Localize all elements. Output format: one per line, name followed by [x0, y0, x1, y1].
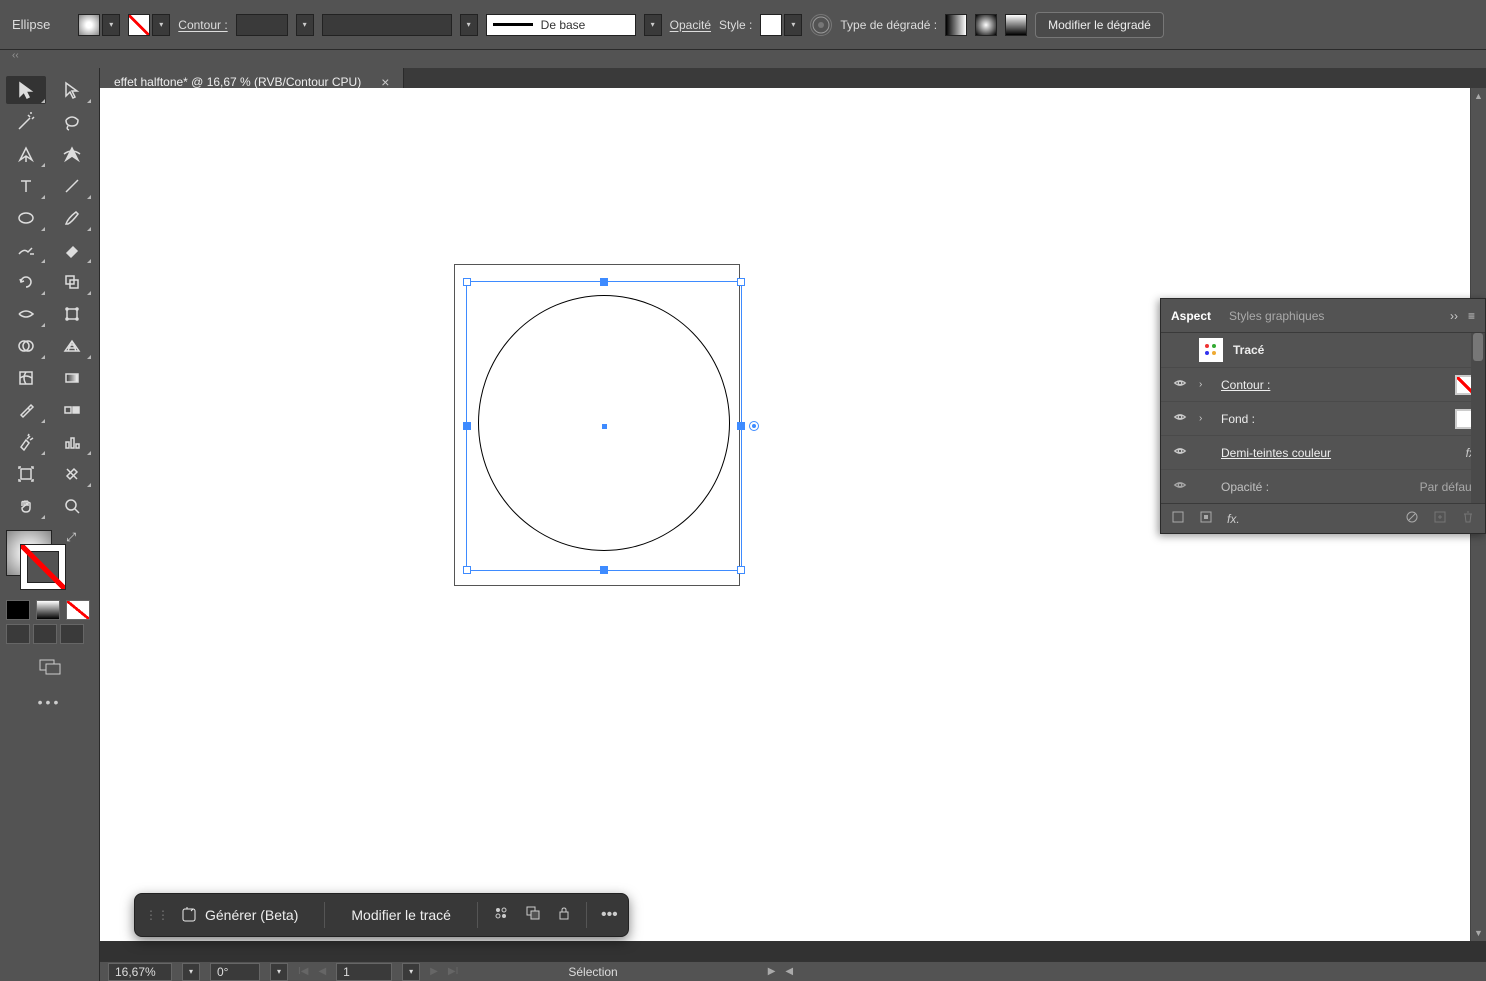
resize-handle-bm[interactable]	[600, 566, 608, 574]
clear-appearance-icon[interactable]	[1405, 510, 1419, 527]
expand-icon[interactable]: ›	[1199, 379, 1211, 390]
expand-icon[interactable]: ›	[1199, 413, 1211, 424]
new-stroke-icon[interactable]	[1199, 510, 1213, 527]
gradient-linear-swatch[interactable]	[945, 14, 967, 36]
generate-beta-button[interactable]: Générer (Beta)	[169, 900, 310, 930]
pie-angle-handle[interactable]	[749, 421, 759, 431]
variable-width-profile[interactable]	[322, 14, 452, 36]
duplicate-item-icon[interactable]	[1433, 510, 1447, 527]
opacity-row-label: Opacité :	[1221, 480, 1410, 494]
top-control-bar: Ellipse ▾ ▾ Contour : ▾ ▾ De base ▾ Opac…	[0, 0, 1486, 50]
next-artboard-icon[interactable]: ▶	[430, 966, 438, 977]
first-artboard-icon[interactable]: I◀	[298, 966, 308, 977]
status-bar: 16,67% ▾ 0° ▾ I◀ ◀ 1 ▾ ▶ ▶I Sélection ▶ …	[100, 961, 1486, 981]
panel-menu-icon[interactable]: ≡	[1468, 309, 1475, 323]
shape-label: Ellipse	[12, 17, 50, 32]
resize-handle-tl[interactable]	[463, 278, 471, 286]
variable-width-dropdown[interactable]: ▾	[460, 14, 478, 36]
panel-footer: fx.	[1161, 503, 1485, 533]
scroll-down-icon[interactable]: ▼	[1471, 925, 1486, 941]
contour-row-label[interactable]: Contour :	[1221, 378, 1445, 392]
delete-item-icon[interactable]	[1461, 510, 1475, 527]
add-effect-button[interactable]: fx.	[1227, 512, 1240, 526]
lock-icon[interactable]	[556, 905, 572, 926]
resize-handle-ml[interactable]	[463, 422, 471, 430]
visibility-toggle-icon[interactable]	[1171, 376, 1189, 393]
taskbar-grab-handle[interactable]: ⋮⋮	[145, 912, 155, 918]
graphic-style-dropdown[interactable]: ▾	[784, 14, 802, 36]
halftone-row-label[interactable]: Demi-teintes couleur	[1221, 446, 1456, 460]
resize-handle-bl[interactable]	[463, 566, 471, 574]
appearance-row-opacity[interactable]: Opacité : Par défaut	[1161, 469, 1485, 503]
sub-bar: ‹‹	[0, 50, 1486, 68]
rotation-dropdown[interactable]: ▾	[270, 963, 288, 981]
brush-definition[interactable]: De base	[486, 14, 636, 36]
appearance-panel: Aspect Styles graphiques ›› ≡ Tracé › Co…	[1160, 298, 1486, 534]
recolor-wheel-icon[interactable]	[810, 14, 832, 36]
more-options-icon[interactable]: •••	[601, 906, 618, 924]
stroke-dropdown[interactable]: ▾	[152, 14, 170, 36]
stroke-weight-input[interactable]	[236, 14, 288, 36]
last-artboard-icon[interactable]: ▶I	[448, 966, 458, 977]
resize-handle-tr[interactable]	[737, 278, 745, 286]
group-icon[interactable]	[524, 904, 542, 927]
collapse-panel-icon[interactable]: ››	[1450, 309, 1458, 323]
no-selection-icon[interactable]	[1171, 510, 1185, 527]
selection-bounding-box[interactable]	[466, 281, 742, 571]
appearance-row-contour[interactable]: › Contour :	[1161, 367, 1485, 401]
style-label: Style :	[719, 18, 752, 32]
document-tab-title: effet halftone* @ 16,67 % (RVB/Contour C…	[114, 75, 361, 89]
collapse-toolbox-icon[interactable]: ‹‹	[12, 50, 19, 61]
trace-label: Tracé	[1233, 343, 1475, 357]
gradient-type-label: Type de dégradé :	[840, 18, 937, 32]
opacity-label[interactable]: Opacité	[670, 18, 711, 32]
resize-handle-mr[interactable]	[737, 422, 745, 430]
fond-row-label: Fond :	[1221, 412, 1445, 426]
tab-graphic-styles[interactable]: Styles graphiques	[1229, 309, 1324, 323]
status-play-icon[interactable]: ▶	[768, 966, 776, 977]
gradient-radial-swatch[interactable]	[975, 14, 997, 36]
trace-thumbnail-icon	[1199, 338, 1223, 362]
stroke-swatch[interactable]	[128, 14, 150, 36]
edit-path-button[interactable]: Modifier le tracé	[339, 900, 463, 930]
fill-swatch[interactable]	[78, 14, 100, 36]
rotation-input[interactable]: 0°	[210, 963, 260, 981]
stroke-weight-dropdown[interactable]: ▾	[296, 14, 314, 36]
opacity-value: Par défaut	[1420, 480, 1475, 494]
artboard-number-input[interactable]: 1	[336, 963, 392, 981]
visibility-toggle-icon[interactable]	[1171, 478, 1189, 495]
contour-label[interactable]: Contour :	[178, 18, 227, 32]
visibility-toggle-icon[interactable]	[1171, 410, 1189, 427]
intertwine-icon[interactable]	[492, 904, 510, 927]
tab-aspect[interactable]: Aspect	[1171, 309, 1211, 323]
artboard-dropdown[interactable]: ▾	[402, 963, 420, 981]
appearance-row-halftone[interactable]: Demi-teintes couleur fx	[1161, 435, 1485, 469]
prev-artboard-icon[interactable]: ◀	[318, 966, 326, 977]
generate-icon	[181, 907, 197, 923]
zoom-dropdown[interactable]: ▾	[182, 963, 200, 981]
brush-dropdown[interactable]: ▾	[644, 14, 662, 36]
gradient-freeform-swatch[interactable]	[1005, 14, 1027, 36]
visibility-toggle-icon[interactable]	[1171, 444, 1189, 461]
panel-tab-bar: Aspect Styles graphiques ›› ≡	[1161, 299, 1485, 333]
scroll-up-icon[interactable]: ▲	[1471, 88, 1486, 104]
resize-handle-tm[interactable]	[600, 278, 608, 286]
fill-dropdown[interactable]: ▾	[102, 14, 120, 36]
resize-handle-br[interactable]	[737, 566, 745, 574]
graphic-style-swatch[interactable]	[760, 14, 782, 36]
selection-status-label: Sélection	[568, 965, 617, 979]
panel-scrollbar[interactable]	[1471, 333, 1485, 503]
zoom-level-input[interactable]: 16,67%	[108, 963, 172, 981]
modify-gradient-button[interactable]: Modifier le dégradé	[1035, 12, 1164, 38]
appearance-row-trace[interactable]: Tracé	[1161, 333, 1485, 367]
status-scroll-left-icon[interactable]: ◀	[785, 966, 793, 977]
contextual-task-bar[interactable]: ⋮⋮ Générer (Beta) Modifier le tracé •••	[134, 893, 629, 937]
selection-center-point[interactable]	[602, 424, 607, 429]
appearance-row-fond[interactable]: › Fond :	[1161, 401, 1485, 435]
